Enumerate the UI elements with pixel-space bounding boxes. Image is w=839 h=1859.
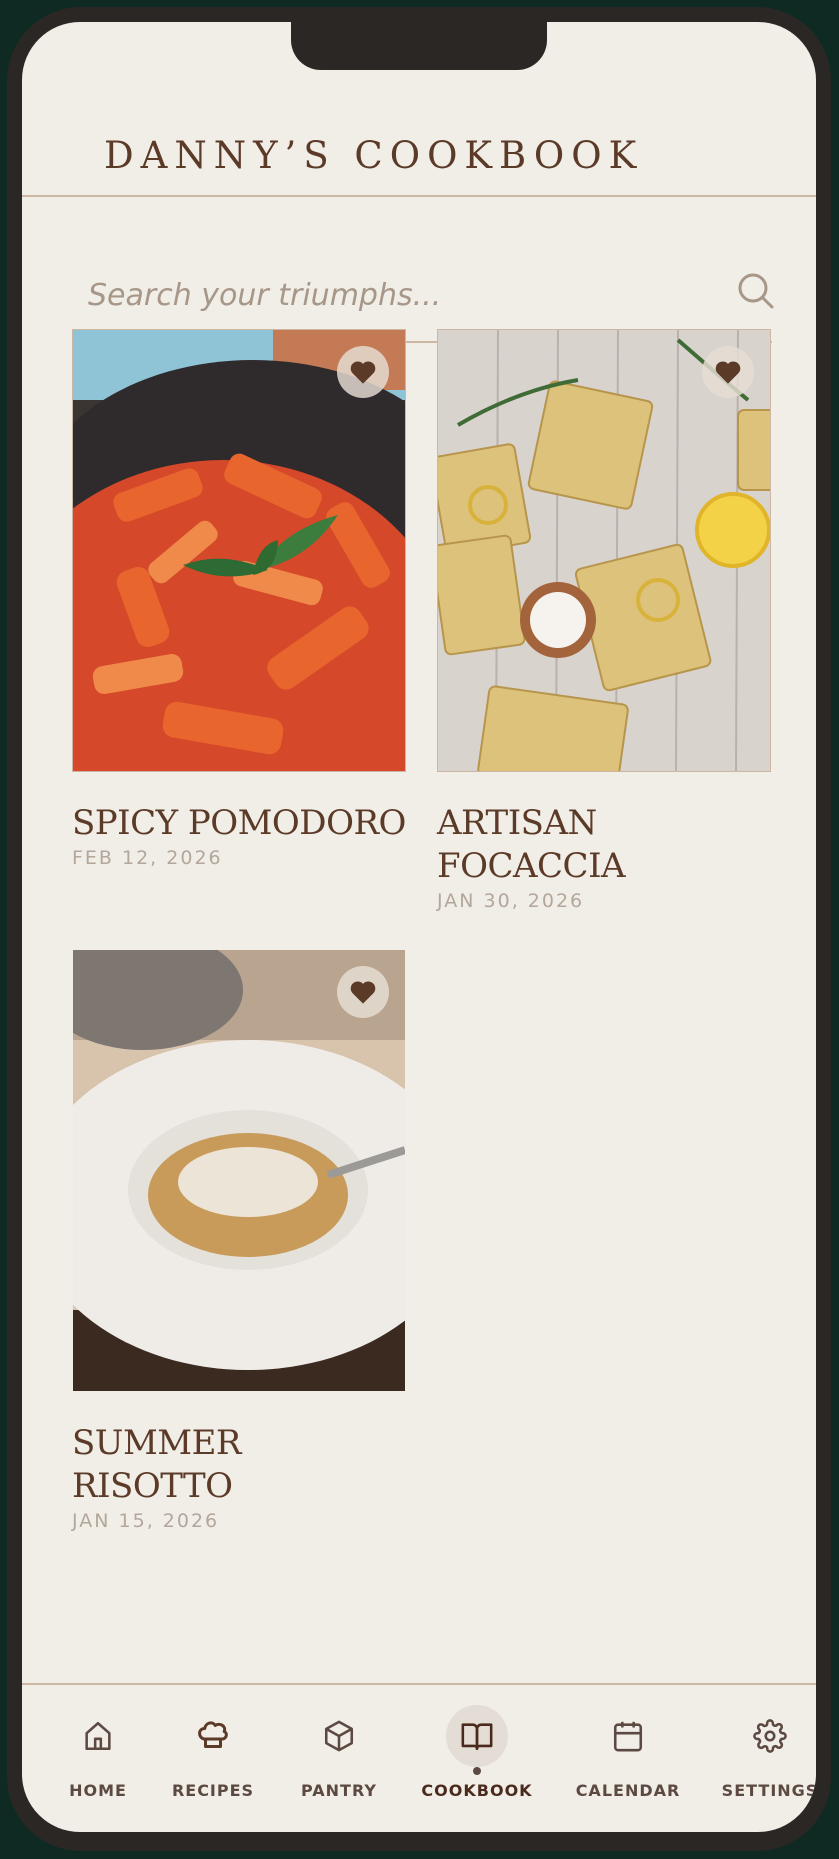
- recipe-title: SPICY POMODORO: [72, 803, 406, 843]
- recipe-title: ARTISAN FOCACCIA: [437, 803, 626, 886]
- search-icon: [738, 273, 774, 309]
- recipe-photo-pomodoro[interactable]: [72, 329, 406, 772]
- nav-label: HOME: [69, 1781, 127, 1800]
- recipe-card[interactable]: SPICY POMODORO FEB 12, 2026: [72, 329, 406, 869]
- nav-item-home[interactable]: HOME: [33, 1705, 163, 1800]
- app-screen: DANNY’S COOKBOOK Search your triumphs...…: [22, 22, 816, 1832]
- gear-icon: [753, 1719, 787, 1753]
- recipe-date: FEB 12, 2026: [72, 847, 223, 869]
- search-button[interactable]: [736, 271, 776, 311]
- recipe-photo-focaccia[interactable]: [437, 329, 771, 772]
- search-input[interactable]: [86, 269, 690, 321]
- favorite-button[interactable]: [337, 346, 389, 398]
- recipe-photo-risotto[interactable]: [72, 949, 406, 1392]
- nav-item-settings[interactable]: SETTINGS: [705, 1705, 816, 1800]
- nav-label: RECIPES: [171, 1781, 255, 1800]
- device-notch: [291, 22, 547, 70]
- app-title: DANNY’S COOKBOOK: [104, 134, 644, 177]
- recipe-card[interactable]: SUMMER RISOTTO JAN 15, 2026: [72, 949, 406, 1532]
- home-icon: [85, 1721, 111, 1751]
- nav-label: CALENDAR: [575, 1781, 681, 1800]
- nav-item-calendar[interactable]: CALENDAR: [563, 1705, 693, 1800]
- active-indicator: [473, 1767, 481, 1775]
- calendar-icon: [613, 1721, 643, 1752]
- favorite-button[interactable]: [702, 346, 754, 398]
- recipe-date: JAN 15, 2026: [72, 1510, 220, 1532]
- nav-divider: [22, 1683, 816, 1685]
- recipe-date: JAN 30, 2026: [437, 890, 585, 912]
- chef-hat-icon: [198, 1721, 228, 1748]
- box-icon: [324, 1720, 354, 1752]
- heart-icon: [715, 361, 741, 384]
- recipe-card[interactable]: ARTISAN FOCACCIA JAN 30, 2026: [437, 329, 771, 912]
- nav-label: COOKBOOK: [421, 1781, 533, 1800]
- nav-label: SETTINGS: [721, 1781, 816, 1800]
- nav-item-pantry[interactable]: PANTRY: [274, 1705, 404, 1800]
- nav-label: PANTRY: [301, 1781, 377, 1800]
- heart-icon: [350, 361, 376, 384]
- recipe-title: SUMMER RISOTTO: [72, 1423, 242, 1506]
- nav-item-recipes[interactable]: RECIPES: [148, 1705, 278, 1800]
- heart-icon: [350, 981, 376, 1004]
- header-divider: [22, 195, 816, 197]
- nav-item-cookbook[interactable]: COOKBOOK: [412, 1705, 542, 1800]
- favorite-button[interactable]: [337, 966, 389, 1018]
- book-open-icon: [461, 1723, 493, 1751]
